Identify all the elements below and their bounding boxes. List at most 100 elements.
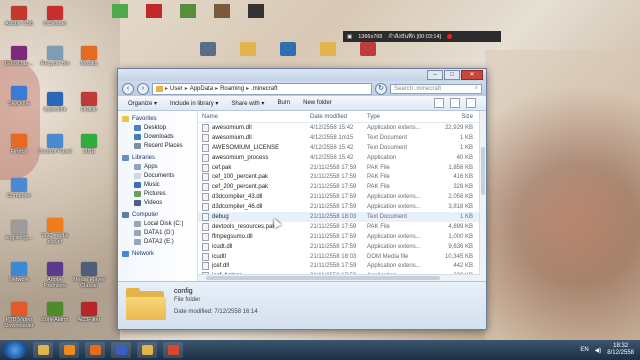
nav-item-data2-e[interactable]: DATA2 (E:) — [118, 237, 197, 246]
taskbar-firefox-button[interactable] — [85, 342, 105, 358]
breadcrumb-item[interactable]: .minecraft — [251, 86, 277, 92]
file-row[interactable]: cef.pak 21/11/2558 17:59 PAK File 1,858 KB — [198, 163, 486, 173]
nav-item-videos[interactable]: Videos — [118, 198, 197, 207]
file-row[interactable]: cef_100_percent.pak 21/11/2558 17:59 PAK F… — [198, 172, 486, 182]
taskbar-bandicam-button[interactable] — [111, 342, 131, 358]
nav-item-downloads[interactable]: Downloads — [118, 132, 197, 141]
forward-button[interactable]: › — [137, 82, 149, 95]
nav-item-pictures[interactable]: Pictures — [118, 189, 197, 198]
desktop-icon[interactable]: CCleaner — [38, 6, 72, 27]
file-row[interactable]: debug 21/11/2558 18:03 Text Document 1 KB — [198, 212, 486, 222]
recorder-menu-icon[interactable]: ▣ — [347, 34, 352, 40]
desktop-icon[interactable]: VLC media player — [38, 218, 72, 245]
include-in-library-button[interactable]: Include in library ▾ — [170, 100, 218, 107]
app-icon[interactable] — [214, 4, 230, 18]
desktop-icon[interactable]: ZoneAlarm — [38, 302, 72, 323]
search-input[interactable]: Search .minecraft ⌕ — [390, 83, 482, 94]
app-icon[interactable] — [112, 4, 128, 18]
file-row[interactable]: awesomium.dll 4/12/2558 15:42 Application … — [198, 123, 486, 133]
nav-item-recent-places[interactable]: Recent Places — [118, 141, 197, 150]
column-type[interactable]: Type — [367, 114, 427, 120]
desktop-icon[interactable]: AC3Filter — [72, 302, 106, 323]
desktop-icon[interactable]: Media Player Classic — [72, 262, 106, 289]
desktop-icon[interactable]: GhostTab... — [2, 46, 36, 67]
refresh-button[interactable]: ↻ — [375, 82, 387, 95]
desktop-icon[interactable]: Oracle — [72, 92, 106, 113]
desktop-icon[interactable]: PTB Video Downloader — [2, 302, 36, 329]
file-row[interactable]: awesomium_process 4/12/2558 15:42 Applicat… — [198, 153, 486, 163]
taskbar-explorer-button[interactable] — [33, 342, 53, 358]
new-folder-button[interactable]: New folder — [303, 100, 332, 106]
file-row[interactable]: AWESOMIUM_LICENSE 4/12/2558 15:42 Text Doc… — [198, 143, 486, 153]
record-icon[interactable] — [447, 34, 453, 39]
vertical-scrollbar[interactable] — [479, 111, 486, 281]
file-row[interactable]: devtools_resources.pak 21/11/2558 17:59 PA… — [198, 222, 486, 232]
minecraft-icon[interactable] — [180, 4, 196, 18]
address-bar[interactable]: ▸ User ▸ AppData ▸ Roaming ▸ .minecraft — [152, 82, 372, 95]
burn-button[interactable]: Burn — [277, 100, 290, 106]
back-button[interactable]: ‹ — [122, 82, 134, 95]
desktop-icon[interactable]: SkyDrive — [2, 86, 36, 107]
desktop-icon[interactable]: Network — [2, 262, 36, 283]
organize-button[interactable]: Organize ▾ — [128, 100, 157, 107]
language-indicator[interactable]: EN — [580, 347, 588, 353]
file-row[interactable]: awesomium.dll 4/12/2558 1m15 Text Document… — [198, 133, 486, 143]
start-button[interactable] — [3, 341, 27, 359]
nav-item-local-disk-c[interactable]: Local Disk (C:) — [118, 219, 197, 228]
breadcrumb-item[interactable]: User — [170, 86, 183, 92]
desktop-icon[interactable]: Control Panel — [38, 134, 72, 155]
file-row[interactable]: icudt.dll 21/11/2558 17:59 Application ext… — [198, 242, 486, 252]
preview-pane-icon[interactable] — [450, 98, 460, 108]
desktop-icon[interactable]: Mozilla — [72, 46, 106, 67]
nav-item-data1-d[interactable]: DATA1 (D:) — [118, 228, 197, 237]
app-icon[interactable] — [248, 4, 264, 18]
desktop-icon[interactable]: english@... — [2, 220, 36, 241]
horizontal-scrollbar[interactable] — [198, 274, 480, 281]
taskbar-media-player-button[interactable] — [59, 342, 79, 358]
app-icon[interactable] — [146, 4, 162, 18]
app-icon[interactable] — [200, 42, 216, 56]
app-icon[interactable] — [280, 42, 296, 56]
breadcrumb-item[interactable]: Roaming — [220, 86, 244, 92]
desktop-icon[interactable]: Adobe Premiere — [38, 262, 72, 289]
breadcrumb-item[interactable]: AppData — [190, 86, 213, 92]
nav-item-apps[interactable]: Apps — [118, 162, 197, 171]
file-row[interactable]: d3dcompiler_46.dll 21/11/2558 17:59 Applic… — [198, 202, 486, 212]
title-bar[interactable]: – □ ✕ — [118, 69, 486, 81]
taskbar-chrome-button[interactable] — [163, 342, 183, 358]
nav-network[interactable]: Network — [118, 250, 197, 258]
file-row[interactable]: cef_200_percent.pak 21/11/2558 17:59 PAK F… — [198, 182, 486, 192]
nav-item-documents[interactable]: Documents — [118, 171, 197, 180]
column-date[interactable]: Date modified — [310, 114, 367, 120]
help-icon[interactable] — [466, 98, 476, 108]
nav-computer[interactable]: Computer — [118, 211, 197, 219]
folder-icon[interactable] — [320, 42, 336, 56]
desktop-icon[interactable]: Computer — [2, 178, 36, 199]
file-row[interactable]: icudtl 21/11/2558 18:03 DOM Media file 10,3… — [198, 252, 486, 262]
desktop-icon[interactable]: Cyberlink — [38, 92, 72, 113]
maximize-button[interactable]: □ — [444, 70, 460, 80]
column-name[interactable]: Name — [198, 114, 310, 120]
app-icon[interactable] — [360, 42, 376, 56]
nav-libraries[interactable]: Libraries — [118, 154, 197, 162]
desktop-icon[interactable]: Firefox — [2, 134, 36, 155]
file-row[interactable]: ffmpegsumo.dll 21/11/2558 17:59 Applicatio… — [198, 232, 486, 242]
view-options-icon[interactable] — [434, 98, 444, 108]
share-with-button[interactable]: Share with ▾ — [231, 100, 264, 107]
clock[interactable]: 18:32 8/12/2558 — [607, 343, 634, 357]
nav-item-desktop[interactable]: Desktop — [118, 123, 197, 132]
nav-favorites[interactable]: Favorites — [118, 115, 197, 123]
desktop-icon[interactable]: Recycle Bin — [38, 46, 72, 67]
desktop-icon[interactable]: Adobe CS6 — [2, 6, 36, 27]
volume-icon[interactable]: ◀) — [595, 347, 602, 354]
minimize-button[interactable]: – — [427, 70, 443, 80]
close-button[interactable]: ✕ — [461, 70, 483, 80]
desktop-icon[interactable]: LINE — [72, 134, 106, 155]
nav-item-music[interactable]: Music — [118, 180, 197, 189]
scroll-thumb[interactable] — [206, 276, 440, 280]
file-row[interactable]: jcef.dll 21/11/2558 17:59 Application exte… — [198, 261, 486, 271]
file-row[interactable]: d3dcompiler_43.dll 21/11/2558 17:59 Applic… — [198, 192, 486, 202]
folder-icon[interactable] — [240, 42, 256, 56]
column-size[interactable]: Size — [427, 114, 477, 120]
taskbar-folder-button[interactable] — [137, 342, 157, 358]
